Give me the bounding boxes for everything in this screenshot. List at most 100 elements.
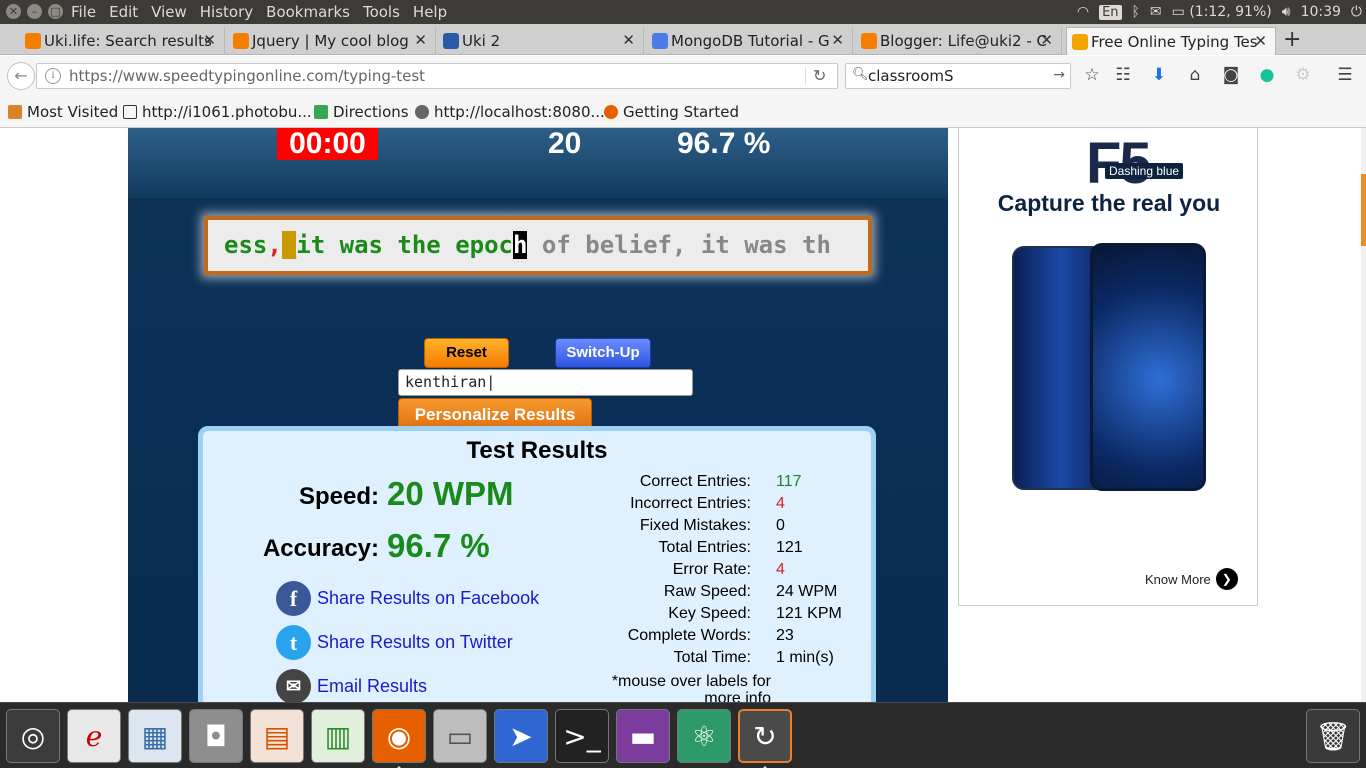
search-go-icon[interactable]: → — [1053, 67, 1065, 83]
new-tab-button[interactable]: + — [1283, 27, 1301, 52]
bookmark-most-visited[interactable]: Most Visited — [8, 103, 118, 121]
reading-list-icon[interactable]: ☷ — [1112, 65, 1134, 85]
close-tab-icon[interactable]: ✕ — [203, 31, 216, 49]
tab-uki-search[interactable]: Uki.life: Search results ✕ — [20, 27, 225, 55]
back-button[interactable]: ← — [7, 62, 35, 90]
battery-status: (1:12, 91%) — [1189, 4, 1272, 20]
pdf-viewer-icon[interactable]: ℯ — [67, 709, 121, 763]
stat-label[interactable]: Complete Words: — [628, 627, 751, 645]
share-twitter-link[interactable]: t Share Results on Twitter — [276, 625, 513, 660]
stat-label[interactable]: Total Entries: — [659, 539, 751, 557]
stat-value: 23 — [776, 627, 794, 644]
typed-text: it was the epoc — [296, 231, 514, 259]
close-tab-icon[interactable]: ✕ — [622, 31, 635, 49]
site-info-icon[interactable]: i — [45, 68, 61, 84]
presentation-icon[interactable]: ▤ — [250, 709, 304, 763]
menu-view[interactable]: View — [151, 3, 194, 21]
results-title: Test Results — [466, 437, 608, 464]
bookmark-localhost[interactable]: http://localhost:8080... — [415, 103, 605, 121]
speed-label[interactable]: Speed: — [243, 483, 379, 511]
stat-label[interactable]: Key Speed: — [668, 605, 751, 623]
page-scrollbar[interactable] — [1361, 128, 1366, 702]
wifi-icon[interactable]: ◠ — [1077, 4, 1089, 20]
url-bar[interactable]: i https://www.speedtypingonline.com/typi… — [36, 63, 838, 89]
stat-label[interactable]: Error Rate: — [673, 561, 751, 579]
camera-icon[interactable]: ◘ — [189, 709, 243, 763]
search-input[interactable] — [868, 66, 1048, 86]
stat-label[interactable]: Total Time: — [674, 649, 751, 667]
bookmark-getting-started[interactable]: Getting Started — [604, 103, 739, 121]
close-window-icon[interactable]: ✕ — [6, 4, 21, 19]
file-manager-icon[interactable]: ▭ — [433, 709, 487, 763]
tab-jquery-blog[interactable]: Jquery | My cool blog ✕ — [228, 27, 436, 55]
bookmark-photobucket[interactable]: http://i1061.photobu... — [123, 103, 312, 121]
advertisement-banner[interactable]: F5 Dashing blue Capture the real you Kno… — [958, 128, 1258, 606]
spreadsheet-icon[interactable]: ▥ — [311, 709, 365, 763]
minimize-window-icon[interactable]: – — [27, 4, 42, 19]
bluetooth-icon[interactable]: ᛒ — [1132, 4, 1140, 20]
reset-button[interactable]: Reset — [424, 338, 509, 368]
email-results-link[interactable]: ✉ Email Results — [276, 669, 427, 702]
power-icon[interactable]: ⏻ — [1351, 4, 1362, 20]
bookmark-star-icon[interactable]: ☆ — [1081, 65, 1103, 85]
wpm-display: 20 — [548, 128, 582, 160]
menu-history[interactable]: History — [200, 3, 260, 21]
atom-editor-icon[interactable]: ⚛ — [677, 709, 731, 763]
home-icon[interactable]: ⌂ — [1184, 65, 1206, 85]
terminal-icon[interactable]: >_ — [555, 709, 609, 763]
stat-label[interactable]: Fixed Mistakes: — [640, 517, 751, 535]
menu-file[interactable]: File — [71, 3, 103, 21]
stat-row-fixed: Fixed Mistakes: 0 — [583, 517, 863, 539]
accuracy-label[interactable]: Accuracy: — [233, 535, 379, 563]
tab-blogger-life[interactable]: Blogger: Life@uki2 - C ✕ — [856, 27, 1062, 55]
close-tab-icon[interactable]: ✕ — [1040, 31, 1053, 49]
stat-value: 4 — [776, 561, 785, 578]
app-menu-bar: File Edit View History Bookmarks Tools H… — [71, 3, 460, 21]
menu-help[interactable]: Help — [413, 3, 454, 21]
name-field[interactable]: kenthiran| — [398, 369, 693, 396]
mail-icon[interactable]: ✉ — [1150, 4, 1162, 20]
close-tab-icon[interactable]: ✕ — [414, 31, 427, 49]
stat-value: 1 min(s) — [776, 649, 834, 666]
typing-text-box[interactable]: ess,_it was the epoch of belief, it was … — [204, 216, 872, 275]
menu-tools[interactable]: Tools — [363, 3, 407, 21]
test-results-panel: Test Results Speed: 20 WPM Accuracy: 96.… — [198, 426, 876, 702]
reload-icon[interactable]: ↻ — [813, 64, 826, 88]
software-updater-icon[interactable]: ↻ — [738, 709, 792, 763]
trash-icon[interactable]: 🗑︎ — [1306, 709, 1360, 763]
search-bar[interactable]: 🔍︎ → — [845, 63, 1071, 89]
stat-label[interactable]: Incorrect Entries: — [630, 495, 751, 513]
keyboard-language-indicator[interactable]: En — [1099, 4, 1122, 20]
battery-indicator[interactable]: ▭ (1:12, 91%) — [1172, 4, 1272, 20]
battery-icon: ▭ — [1171, 4, 1190, 20]
menu-bookmarks[interactable]: Bookmarks — [266, 3, 357, 21]
close-tab-icon[interactable]: ✕ — [831, 31, 844, 49]
text-editor-icon[interactable]: ▬ — [616, 709, 670, 763]
tab-mongodb-tutorial[interactable]: MongoDB Tutorial - G ✕ — [647, 27, 853, 55]
firefox-dock-icon[interactable]: ◉ — [372, 709, 426, 763]
ubuntu-dash-icon[interactable]: ◎ — [6, 709, 60, 763]
tab-typing-test[interactable]: Free Online Typing Tes ✕ — [1066, 27, 1276, 55]
extension-icon[interactable]: ⚙ — [1292, 65, 1314, 85]
switch-up-button[interactable]: Switch-Up — [555, 338, 651, 368]
clock[interactable]: 10:39 — [1301, 4, 1341, 20]
tab-uki2[interactable]: Uki 2 ✕ — [438, 27, 644, 55]
volume-icon[interactable]: 🔊︎ — [1282, 4, 1291, 20]
image-viewer-icon[interactable]: ▦ — [128, 709, 182, 763]
close-tab-icon[interactable]: ✕ — [1254, 32, 1267, 50]
know-more-link[interactable]: Know More ❯ — [1145, 568, 1238, 590]
downloads-icon[interactable]: ⬇ — [1148, 65, 1170, 85]
hamburger-menu-icon[interactable]: ☰ — [1334, 65, 1356, 85]
scrollbar-thumb[interactable] — [1361, 174, 1366, 246]
menu-edit[interactable]: Edit — [109, 3, 145, 21]
bookmark-directions[interactable]: Directions — [314, 103, 409, 121]
stat-label[interactable]: Correct Entries: — [640, 473, 751, 491]
back-arrow-icon: ← — [14, 66, 28, 85]
share-facebook-link[interactable]: f Share Results on Facebook — [276, 581, 539, 616]
grammarly-icon[interactable]: ● — [1256, 65, 1278, 85]
pocket-icon[interactable]: ◙ — [1220, 65, 1242, 85]
tab-title: Uki.life: Search results — [44, 32, 212, 50]
browser-compass-icon[interactable]: ➤ — [494, 709, 548, 763]
maximize-window-icon[interactable]: □ — [48, 4, 63, 19]
stat-label[interactable]: Raw Speed: — [664, 583, 751, 601]
